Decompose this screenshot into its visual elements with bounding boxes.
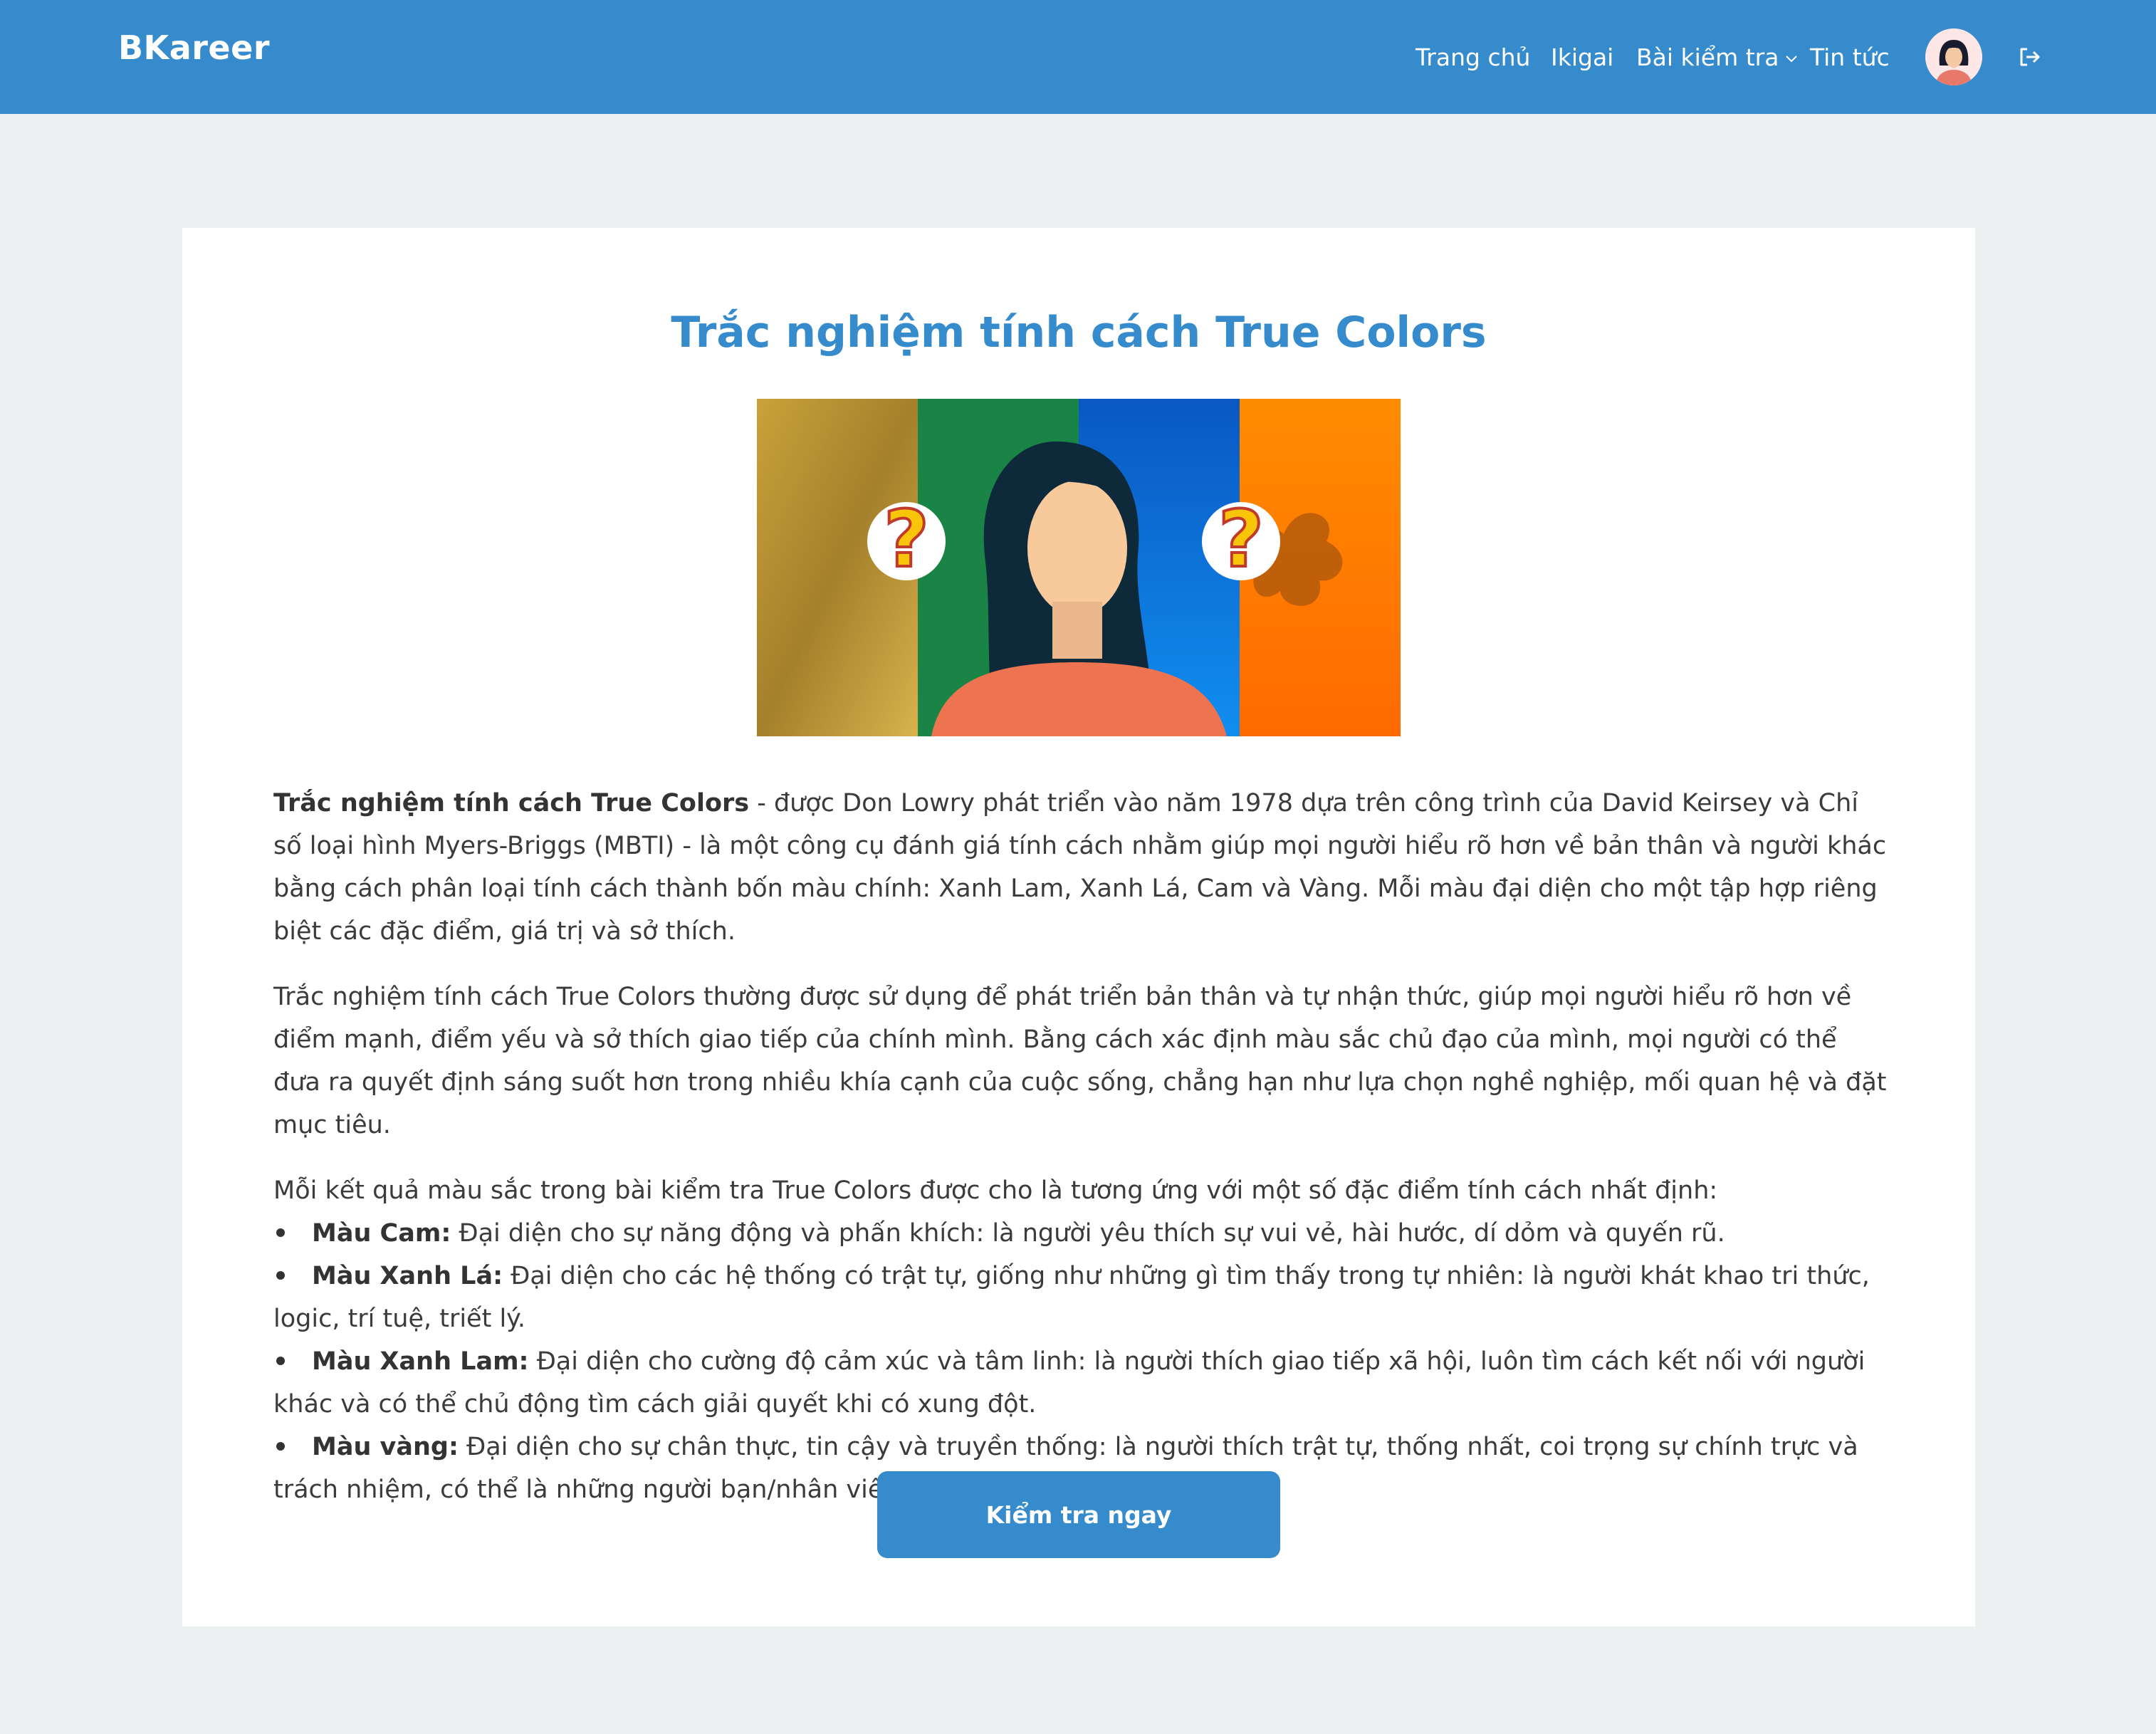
nav-ikigai[interactable]: Ikigai	[1551, 40, 1613, 75]
svg-text:?: ?	[1218, 493, 1264, 585]
nav-tests-dropdown[interactable]: Bài kiểm tra	[1636, 40, 1800, 75]
usage-paragraph: Trắc nghiệm tính cách True Colors thường…	[273, 983, 1887, 1139]
list-item: Màu Cam: Đại diện cho sự năng động và ph…	[273, 1212, 1890, 1255]
avatar-woman-icon	[1925, 28, 1982, 85]
bullet-dot	[276, 1228, 285, 1237]
nav-home[interactable]: Trang chủ	[1415, 40, 1530, 75]
list-item: Màu Xanh Lá: Đại diện cho các hệ thống c…	[273, 1262, 1870, 1333]
bullet-dot	[276, 1442, 285, 1451]
intro-bold: Trắc nghiệm tính cách True Colors	[273, 789, 750, 818]
intro-paragraph: Trắc nghiệm tính cách True Colors - được…	[273, 782, 1890, 953]
logout-icon[interactable]	[2015, 43, 2044, 71]
top-navbar: BKareer Trang chủ Ikigai Bài kiểm tra Ti…	[0, 0, 2156, 114]
user-avatar[interactable]	[1925, 28, 1982, 85]
colors-intro-paragraph: Mỗi kết quả màu sắc trong bài kiểm tra T…	[273, 1176, 1718, 1205]
description-text: Trắc nghiệm tính cách True Colors - được…	[273, 782, 1890, 1511]
brand-logo[interactable]: BKareer	[118, 28, 270, 67]
true-colors-illustration: ? ?	[757, 399, 1401, 736]
svg-text:?: ?	[884, 493, 929, 585]
content-card: Trắc nghiệm tính cách True Colors ? ? Tr…	[182, 228, 1975, 1626]
list-item: Màu Xanh Lam: Đại diện cho cường độ cảm …	[273, 1347, 1865, 1419]
page-title: Trắc nghiệm tính cách True Colors	[671, 308, 1487, 357]
bullet-dot	[276, 1357, 285, 1365]
bullet-dot	[276, 1271, 285, 1280]
chevron-down-icon	[1786, 56, 1798, 63]
nav-tests-label: Bài kiểm tra	[1636, 43, 1779, 71]
nav-news[interactable]: Tin tức	[1810, 40, 1890, 75]
start-test-button[interactable]: Kiểm tra ngay	[877, 1471, 1280, 1558]
